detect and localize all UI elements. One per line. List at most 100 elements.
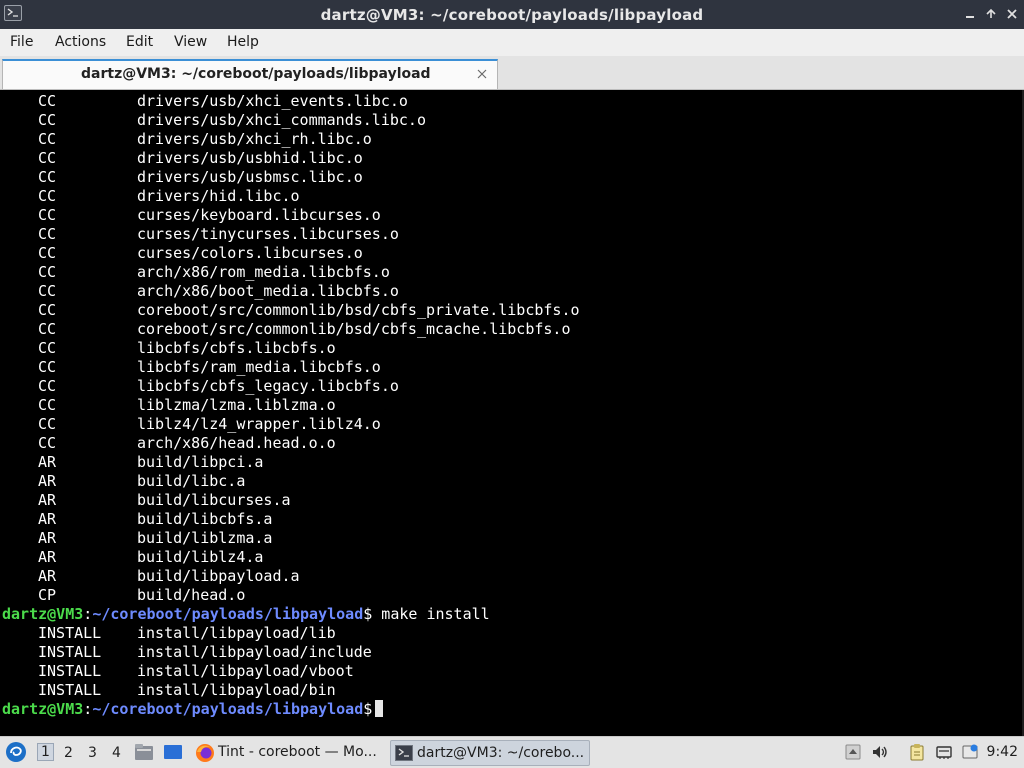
build-file-path: libcbfs/cbfs.libcbfs.o [137, 339, 336, 357]
terminal-line: AR build/libc.a [2, 472, 580, 491]
build-file-path: coreboot/src/commonlib/bsd/cbfs_private.… [137, 301, 580, 319]
workspace-1[interactable]: 1 [37, 743, 54, 761]
terminal-line: INSTALL install/libpayload/bin [2, 681, 580, 700]
build-file-path: liblz4/lz4_wrapper.liblz4.o [137, 415, 381, 433]
build-step-tag: CC [38, 396, 57, 414]
build-step-tag: INSTALL [38, 624, 102, 642]
build-step-tag: AR [38, 453, 57, 471]
terminal-line: AR build/libpci.a [2, 453, 580, 472]
terminal-line: CC coreboot/src/commonlib/bsd/cbfs_mcache… [2, 320, 580, 339]
terminal-line: CC curses/tinycurses.libcurses.o [2, 225, 580, 244]
build-file-path: build/liblzma.a [137, 529, 273, 547]
build-step-tag: AR [38, 567, 57, 585]
build-step-tag: CC [38, 377, 57, 395]
build-file-path: drivers/hid.libc.o [137, 187, 300, 205]
terminal-line: CC coreboot/src/commonlib/bsd/cbfs_privat… [2, 301, 580, 320]
build-step-tag: CC [38, 149, 57, 167]
window-title: dartz@VM3: ~/coreboot/payloads/libpayloa… [320, 6, 704, 24]
minimize-button[interactable] [961, 5, 979, 23]
build-step-tag: AR [38, 510, 57, 528]
terminal-line: CC arch/x86/boot_media.libcbfs.o [2, 282, 580, 301]
build-file-path: build/libpayload.a [137, 567, 300, 585]
terminal-line: INSTALL install/libpayload/include [2, 643, 580, 662]
build-file-path: arch/x86/boot_media.libcbfs.o [137, 282, 399, 300]
build-file-path: drivers/usb/xhci_rh.libc.o [137, 130, 372, 148]
build-step-tag: AR [38, 491, 57, 509]
network-icon[interactable] [935, 743, 953, 761]
terminal-line: CC curses/keyboard.libcurses.o [2, 206, 580, 225]
terminal-line: CC drivers/usb/xhci_commands.libc.o [2, 111, 580, 130]
prompt-symbol: $ [363, 605, 373, 623]
taskbar-item-browser[interactable]: Tint - coreboot — Mo... [192, 740, 384, 766]
clipboard-icon[interactable] [908, 743, 926, 761]
prompt-user: dartz@VM3 [2, 605, 84, 623]
menu-bar: File Actions Edit View Help [0, 29, 1024, 56]
build-file-path: install/libpayload/bin [137, 681, 336, 699]
build-step-tag: CC [38, 320, 57, 338]
build-step-tag: INSTALL [38, 643, 102, 661]
terminal-line: INSTALL install/libpayload/lib [2, 624, 580, 643]
shell-prompt-line: dartz@VM3:~/coreboot/payloads/libpayload… [2, 605, 580, 624]
build-step-tag: CC [38, 282, 57, 300]
menu-edit[interactable]: Edit [126, 34, 153, 50]
build-step-tag: CP [38, 586, 57, 604]
tray-up-arrow-icon[interactable] [844, 743, 862, 761]
text-cursor [375, 700, 384, 717]
terminal-line: CC drivers/usb/xhci_events.libc.o [2, 92, 580, 111]
terminal-line: CC drivers/usb/usbhid.libc.o [2, 149, 580, 168]
terminal-line: CC arch/x86/rom_media.libcbfs.o [2, 263, 580, 282]
terminal-line: CC drivers/usb/xhci_rh.libc.o [2, 130, 580, 149]
terminal-line: CC drivers/usb/usbmsc.libc.o [2, 168, 580, 187]
volume-icon[interactable] [871, 743, 889, 761]
build-step-tag: CC [38, 168, 57, 186]
terminal-line: AR build/libcbfs.a [2, 510, 580, 529]
terminal-line: AR build/libpayload.a [2, 567, 580, 586]
build-step-tag: CC [38, 263, 57, 281]
menu-actions[interactable]: Actions [55, 34, 106, 50]
menu-file[interactable]: File [10, 34, 33, 50]
file-manager-icon[interactable] [134, 743, 154, 761]
menu-view[interactable]: View [174, 34, 207, 50]
close-button[interactable] [1003, 5, 1021, 23]
taskbar: 1 2 3 4 Tint - coreboot — Mo... dartz@VM… [0, 736, 1024, 768]
taskbar-item-terminal[interactable]: dartz@VM3: ~/corebo... [390, 740, 590, 766]
clock[interactable]: 9:42 [987, 744, 1018, 760]
build-step-tag: AR [38, 472, 57, 490]
build-file-path: drivers/usb/xhci_events.libc.o [137, 92, 408, 110]
build-step-tag: CC [38, 130, 57, 148]
build-file-path: arch/x86/head.head.o.o [137, 434, 336, 452]
terminal-line: CC liblz4/lz4_wrapper.liblz4.o [2, 415, 580, 434]
build-file-path: build/libc.a [137, 472, 246, 490]
terminal-line: INSTALL install/libpayload/vboot [2, 662, 580, 681]
tab-bar: dartz@VM3: ~/coreboot/payloads/libpayloa… [0, 56, 1024, 90]
build-step-tag: CC [38, 111, 57, 129]
build-step-tag: CC [38, 301, 57, 319]
menu-help[interactable]: Help [227, 34, 259, 50]
terminal-line: AR build/liblzma.a [2, 529, 580, 548]
notification-icon[interactable] [961, 743, 979, 761]
prompt-path: ~/coreboot/payloads/libpayload [92, 700, 364, 718]
workspace-4[interactable]: 4 [112, 745, 121, 761]
terminal-line: CP build/head.o [2, 586, 580, 605]
workspace-3[interactable]: 3 [88, 745, 97, 761]
window-titlebar[interactable]: dartz@VM3: ~/coreboot/payloads/libpayloa… [0, 0, 1024, 29]
prompt-path: ~/coreboot/payloads/libpayload [92, 605, 364, 623]
build-step-tag: CC [38, 358, 57, 376]
build-step-tag: CC [38, 187, 57, 205]
terminal-tab[interactable]: dartz@VM3: ~/coreboot/payloads/libpayloa… [2, 59, 498, 89]
build-file-path: drivers/usb/usbhid.libc.o [137, 149, 363, 167]
prompt-sep: : [83, 700, 93, 718]
show-desktop-icon[interactable] [163, 743, 183, 761]
maximize-button[interactable] [982, 5, 1000, 23]
build-file-path: install/libpayload/include [137, 643, 372, 661]
terminal-lines: CC drivers/usb/xhci_events.libc.o CC driver… [2, 92, 580, 719]
workspace-2[interactable]: 2 [64, 745, 73, 761]
terminal-line: CC liblzma/lzma.liblzma.o [2, 396, 580, 415]
build-file-path: curses/tinycurses.libcurses.o [137, 225, 399, 243]
tab-close-icon[interactable] [475, 66, 489, 80]
terminal-line: CC drivers/hid.libc.o [2, 187, 580, 206]
app-menu-icon[interactable] [5, 741, 27, 763]
terminal-output[interactable]: CC drivers/usb/xhci_events.libc.o CC driver… [0, 90, 1024, 736]
build-file-path: coreboot/src/commonlib/bsd/cbfs_mcache.l… [137, 320, 571, 338]
build-step-tag: INSTALL [38, 662, 102, 680]
